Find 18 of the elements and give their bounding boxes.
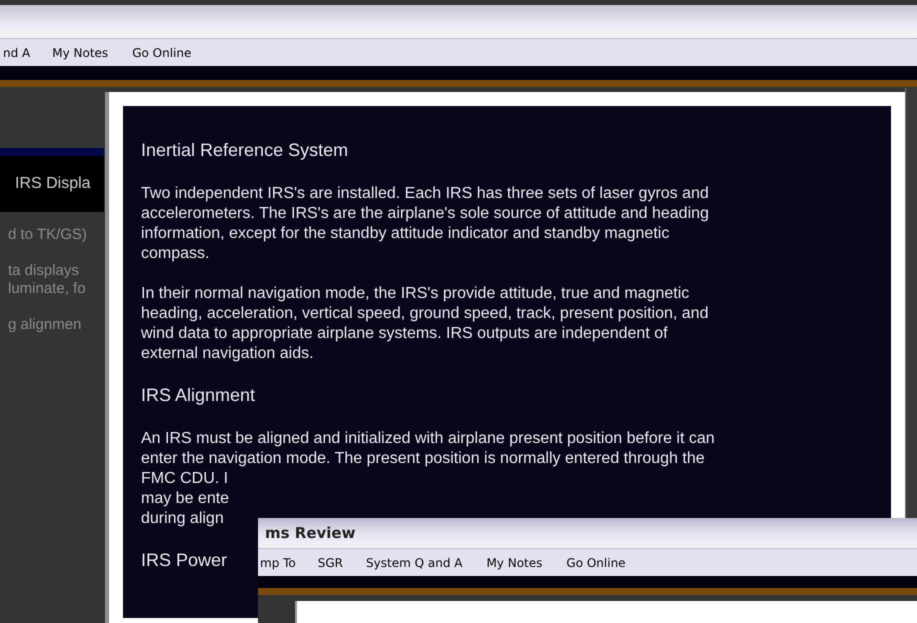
section-heading: Inertial Reference System — [141, 139, 348, 161]
menu-item[interactable]: System Q and A — [366, 554, 462, 572]
menu-item[interactable]: nd A — [3, 44, 30, 62]
sidebar-text: g alignmen — [8, 316, 82, 334]
sidebar-text: d to TK/GS) — [8, 226, 88, 244]
menu-item[interactable]: mp To — [260, 554, 296, 572]
paragraph: In their normal navigation mode, the IRS's provide attitude, true and magnetic heading, acceleration, vertical speed, ground speed, track, present position, and wind data to appropriate airplane systems. IRS outputs are independent of external navigation aids. — [141, 284, 708, 364]
menu-item[interactable]: Go Online — [132, 44, 192, 62]
section-heading: IRS Power — [141, 549, 228, 571]
sidebar-text: ta displays luminate, fo — [8, 262, 87, 298]
sidebar-header: IRS Displa — [0, 156, 104, 212]
menu-item[interactable]: My Notes — [52, 44, 108, 62]
menu-item[interactable]: SGR — [318, 554, 344, 572]
section-heading: IRS Alignment — [141, 384, 256, 406]
paragraph: Two independent IRS's are installed. Each IRS has three sets of laser gyros and accelerometers. The IRS's are the airplane's sole source of attitude and heading information, except for the standby attitude indicator and standby magnetic compass. — [141, 184, 709, 264]
window-title: ms Review — [258, 518, 917, 548]
menu-item[interactable]: Go Online — [566, 554, 626, 572]
menu-item[interactable]: My Notes — [486, 554, 542, 572]
